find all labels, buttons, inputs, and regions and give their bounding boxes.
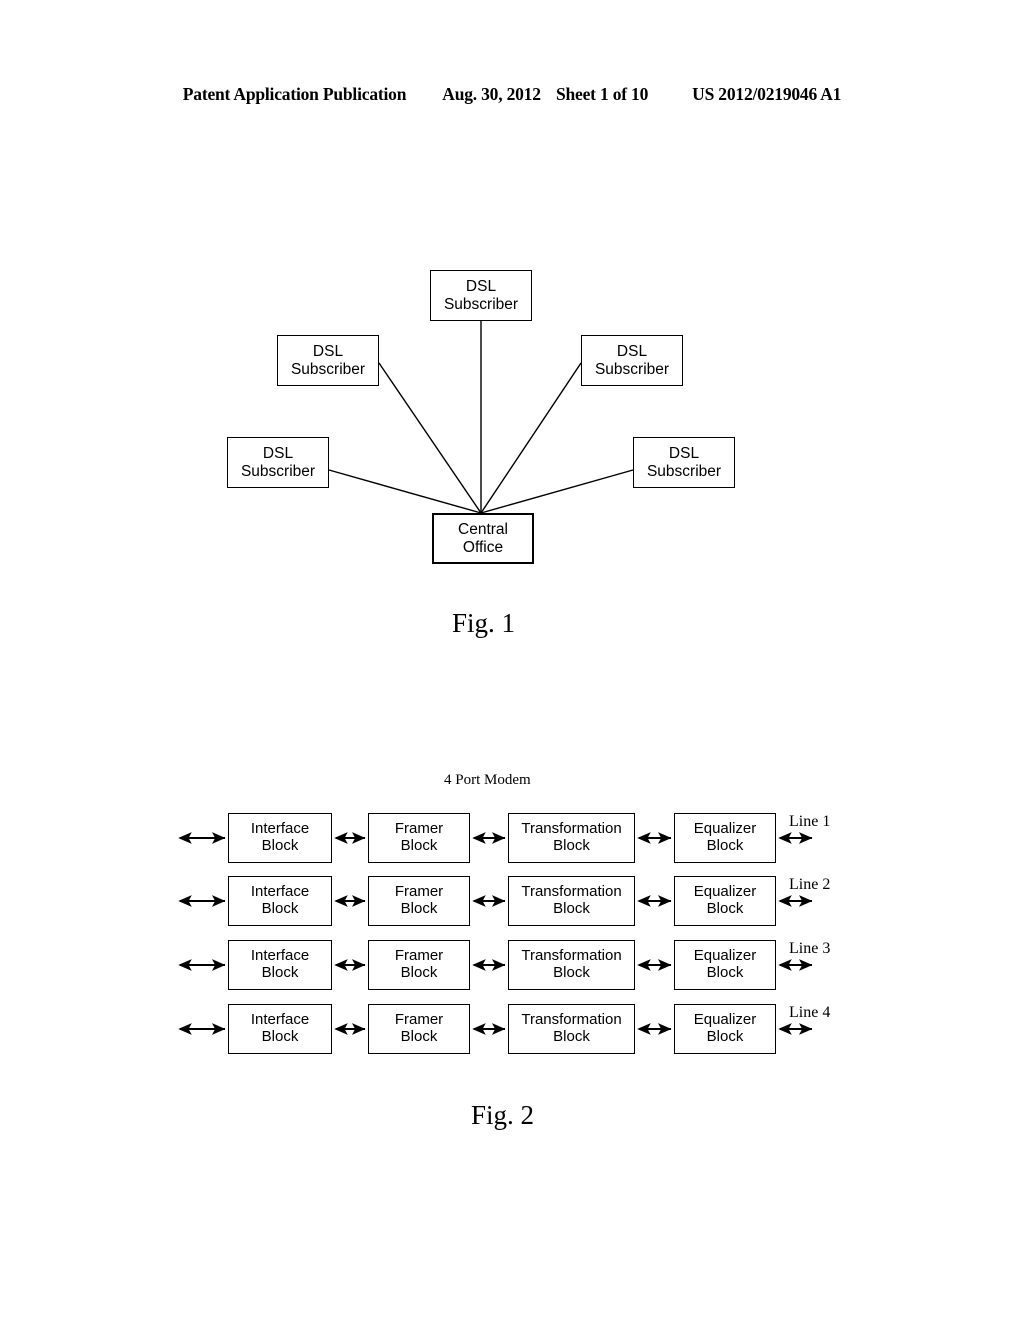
- node-label-line2: Subscriber: [443, 295, 519, 313]
- page-header: Patent Application Publication Aug. 30, …: [0, 84, 1024, 114]
- block-label-line2: Block: [400, 900, 438, 917]
- framer-block-row2: Framer Block: [368, 876, 470, 926]
- transformation-block-row4: Transformation Block: [508, 1004, 635, 1054]
- block-label-line1: Equalizer: [693, 1011, 757, 1029]
- line-label-row4: Line 4: [789, 1004, 831, 1021]
- interface-block-row3: Interface Block: [228, 940, 332, 990]
- framer-block-row1: Framer Block: [368, 813, 470, 863]
- figure-2-title: 4 Port Modem: [444, 772, 531, 788]
- block-label-line2: Block: [553, 1028, 590, 1045]
- link-subscriber-2: [378, 362, 482, 514]
- block-label-line2: Block: [706, 964, 744, 981]
- framer-block-row4: Framer Block: [368, 1004, 470, 1054]
- block-label-line2: Block: [261, 900, 299, 917]
- block-label-line1: Equalizer: [693, 820, 757, 838]
- block-label-line2: Block: [261, 1028, 299, 1045]
- dsl-subscriber-node-5: DSL Subscriber: [633, 437, 735, 488]
- transformation-block-row2: Transformation Block: [508, 876, 635, 926]
- block-label-line2: Block: [553, 964, 590, 981]
- block-label-line2: Block: [261, 964, 299, 981]
- interface-block-row4: Interface Block: [228, 1004, 332, 1054]
- block-label-line1: Transformation: [521, 1011, 622, 1029]
- equalizer-block-row2: Equalizer Block: [674, 876, 776, 926]
- publication-date: Aug. 30, 2012: [442, 84, 541, 104]
- interface-block-row1: Interface Block: [228, 813, 332, 863]
- link-subscriber-5: [480, 469, 634, 514]
- equalizer-block-row4: Equalizer Block: [674, 1004, 776, 1054]
- dsl-subscriber-node-4: DSL Subscriber: [227, 437, 329, 488]
- dsl-subscriber-node-3: DSL Subscriber: [581, 335, 683, 386]
- link-subscriber-4: [328, 469, 482, 514]
- node-label-line2: Subscriber: [240, 462, 316, 480]
- node-label-line2: Office: [462, 538, 504, 556]
- patent-number: US 2012/0219046 A1: [692, 84, 842, 104]
- equalizer-block-row3: Equalizer Block: [674, 940, 776, 990]
- central-office-node: Central Office: [432, 513, 534, 564]
- block-label-line2: Block: [400, 1028, 438, 1045]
- block-label-line2: Block: [400, 837, 438, 854]
- publication-label: Patent Application Publication: [182, 84, 407, 104]
- block-label-line2: Block: [553, 837, 590, 854]
- block-label-line2: Block: [706, 837, 744, 854]
- line-label-row2: Line 2: [789, 876, 831, 893]
- line-label-row1: Line 1: [789, 813, 831, 830]
- dsl-subscriber-node-2: DSL Subscriber: [277, 335, 379, 386]
- block-label-line2: Block: [706, 900, 744, 917]
- block-label-line1: Interface: [250, 947, 310, 965]
- node-label-line1: DSL: [312, 343, 344, 361]
- block-label-line1: Transformation: [521, 947, 622, 965]
- transformation-block-row1: Transformation Block: [508, 813, 635, 863]
- block-label-line2: Block: [553, 900, 590, 917]
- interface-block-row2: Interface Block: [228, 876, 332, 926]
- block-label-line2: Block: [400, 964, 438, 981]
- block-label-line1: Framer: [394, 883, 444, 901]
- figure-2-caption: Fig. 2: [471, 1100, 535, 1130]
- block-label-line1: Framer: [394, 1011, 444, 1029]
- sheet-number: Sheet 1 of 10: [555, 84, 649, 104]
- node-label-line2: Subscriber: [646, 462, 722, 480]
- block-label-line1: Equalizer: [693, 947, 757, 965]
- node-label-line1: DSL: [262, 445, 294, 463]
- equalizer-block-row1: Equalizer Block: [674, 813, 776, 863]
- block-label-line1: Framer: [394, 947, 444, 965]
- block-label-line1: Interface: [250, 1011, 310, 1029]
- node-label-line1: Central: [458, 521, 508, 539]
- node-label-line1: DSL: [668, 445, 700, 463]
- block-label-line1: Interface: [250, 820, 310, 838]
- publication-meta: Aug. 30, 2012 Sheet 1 of 10: [442, 84, 648, 105]
- node-label-line1: DSL: [465, 278, 497, 296]
- block-label-line1: Transformation: [521, 883, 622, 901]
- figure-1-caption: Fig. 1: [452, 608, 516, 638]
- block-label-line1: Framer: [394, 820, 444, 838]
- dsl-subscriber-node-1: DSL Subscriber: [430, 270, 532, 321]
- transformation-block-row3: Transformation Block: [508, 940, 635, 990]
- node-label-line2: Subscriber: [594, 360, 670, 378]
- node-label-line2: Subscriber: [290, 360, 366, 378]
- block-label-line1: Equalizer: [693, 883, 757, 901]
- block-label-line1: Transformation: [521, 820, 622, 838]
- block-label-line2: Block: [706, 1028, 744, 1045]
- block-label-line1: Interface: [250, 883, 310, 901]
- framer-block-row3: Framer Block: [368, 940, 470, 990]
- link-subscriber-3: [480, 362, 582, 514]
- block-label-line2: Block: [261, 837, 299, 854]
- line-label-row3: Line 3: [789, 940, 831, 957]
- node-label-line1: DSL: [616, 343, 648, 361]
